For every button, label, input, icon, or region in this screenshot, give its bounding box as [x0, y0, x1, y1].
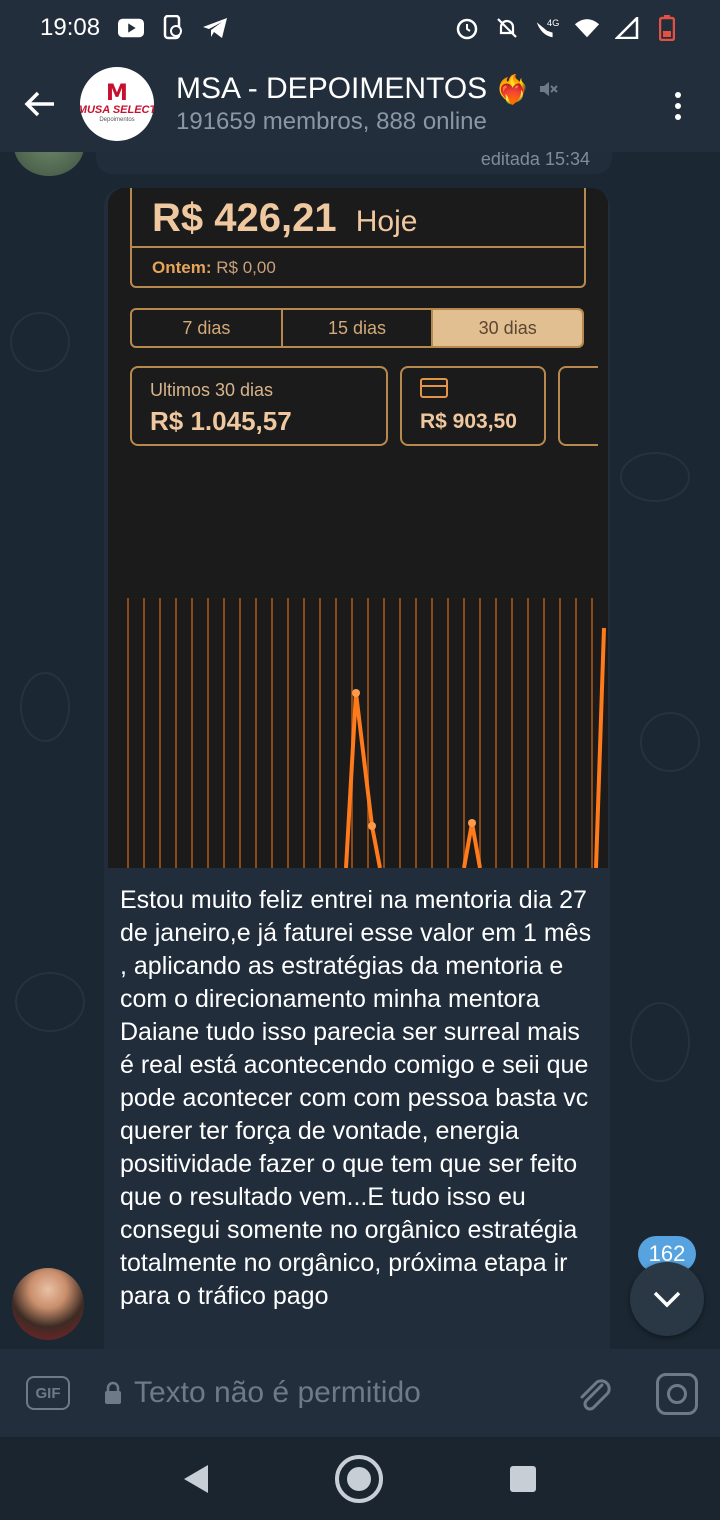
channel-logo-subtext: Depoimentos [99, 117, 135, 123]
tab-7-days: 7 dias [132, 310, 283, 346]
svg-text:4G: 4G [547, 18, 559, 28]
alarm-icon [454, 15, 480, 41]
today-amount: R$ 426,21 Hoje [152, 196, 418, 240]
card-payments: R$ 903,50 [400, 366, 546, 446]
card-value: R$ 903,50 [420, 410, 517, 433]
channel-logo-text: MUSA SELECT [80, 104, 154, 116]
telegram-icon [202, 15, 228, 41]
background-doodle [15, 972, 85, 1032]
channel-info[interactable]: MSA - DEPOIMENTOS ❤️‍🔥 191659 membros, 8… [176, 72, 558, 136]
system-navigation-bar [0, 1437, 720, 1520]
heart-fire-emoji: ❤️‍🔥 [495, 73, 531, 105]
message-input-disabled: Texto não é permitido [134, 1376, 421, 1409]
message-caption: Estou muito feliz entrei na mentoria dia… [120, 886, 592, 1310]
today-label: Hoje [355, 205, 418, 238]
channel-avatar[interactable]: M MUSA SELECT Depoimentos [80, 67, 154, 141]
edited-label: editada 15:34 [480, 152, 590, 169]
status-right-icons: 4G [454, 15, 680, 41]
previous-sender-avatar[interactable] [14, 152, 84, 176]
camera-button[interactable] [656, 1373, 698, 1415]
status-left-icons [118, 15, 228, 41]
channel-title-row: MSA - DEPOIMENTOS ❤️‍🔥 [176, 72, 558, 106]
back-button[interactable] [0, 56, 80, 152]
status-time: 19:08 [40, 14, 101, 41]
credit-card-icon [420, 378, 448, 398]
gif-button[interactable]: GIF [26, 1376, 70, 1410]
camera-icon [667, 1384, 687, 1404]
notifications-off-icon [494, 15, 520, 41]
yesterday-row: Ontem: R$ 0,00 [152, 258, 276, 278]
card-value: R$ 1.045,57 [150, 406, 292, 436]
youtube-icon [118, 15, 145, 41]
previous-message-bubble[interactable]: editada 15:34 [96, 152, 612, 174]
attach-button[interactable] [572, 1373, 614, 1415]
background-doodle [620, 452, 690, 502]
period-tabs: 7 dias 15 dias 30 dias [130, 308, 584, 348]
last-30-days-card: Ultimos 30 dias R$ 1.045,57 [130, 366, 388, 446]
background-doodle [10, 312, 70, 372]
background-doodle [630, 1002, 690, 1082]
chevron-down-icon [653, 1291, 681, 1308]
battery-low-icon [654, 15, 680, 41]
lock-icon [102, 1380, 124, 1406]
wifi-icon [574, 15, 600, 41]
scroll-down-button[interactable] [630, 1262, 704, 1336]
message-photo[interactable]: R$ 426,21 Hoje Ontem: R$ 0,00 7 dias 15 … [108, 188, 608, 868]
message-bubble[interactable]: R$ 426,21 Hoje Ontem: R$ 0,00 7 dias 15 … [104, 188, 610, 1349]
channel-title: MSA - DEPOIMENTOS [176, 72, 488, 105]
yesterday-amount: R$ 0,00 [216, 258, 276, 277]
chat-area[interactable]: editada 15:34 R$ 426,21 Hoje Ontem: R$ 0… [0, 152, 720, 1349]
earnings-graph [127, 598, 606, 868]
card-partial [558, 366, 598, 446]
volte-4g-icon: 4G [534, 15, 560, 41]
background-doodle [640, 712, 700, 772]
tab-15-days: 15 dias [283, 310, 434, 346]
nav-recents-button[interactable] [510, 1465, 537, 1492]
more-vertical-icon [675, 92, 681, 98]
sender-avatar[interactable] [12, 1268, 84, 1340]
input-bar: GIF Texto não é permitido [0, 1349, 720, 1437]
background-doodle [20, 672, 70, 742]
today-earnings-box: R$ 426,21 Hoje Ontem: R$ 0,00 [130, 188, 586, 288]
more-menu-button[interactable] [666, 86, 690, 126]
home-icon [346, 1466, 371, 1491]
paperclip-icon [580, 1379, 611, 1411]
yesterday-label: Ontem: [152, 258, 212, 277]
chat-header: M MUSA SELECT Depoimentos MSA - DEPOIMEN… [0, 56, 720, 152]
nav-home-button[interactable] [334, 1454, 383, 1503]
channel-subtitle: 191659 membros, 888 online [176, 108, 487, 135]
tab-30-days: 30 dias [433, 310, 582, 346]
divider [132, 246, 584, 248]
status-bar: 19:08 4G [0, 0, 720, 56]
nav-back-button[interactable] [183, 1464, 208, 1493]
phone-sync-icon [160, 15, 186, 41]
channel-logo-mark: M [106, 81, 128, 106]
card-label: Ultimos 30 dias [150, 380, 274, 400]
arrow-left-icon [24, 91, 54, 117]
muted-speaker-icon [540, 82, 558, 96]
signal-icon [614, 15, 640, 41]
